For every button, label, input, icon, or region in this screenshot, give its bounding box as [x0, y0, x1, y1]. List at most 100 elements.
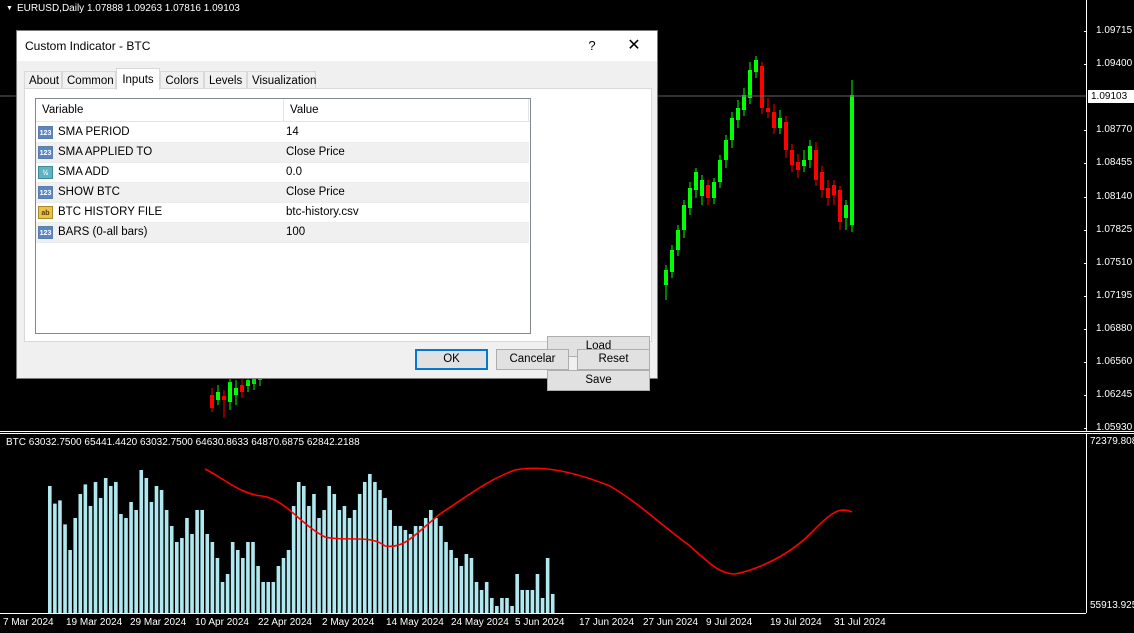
reset-button[interactable]: Reset: [577, 349, 650, 370]
price-axis[interactable]: 1.09715 1.09400 1.08770 1.08455 1.08140 1.078…: [1084, 0, 1134, 433]
btc-bar: [393, 526, 398, 613]
btc-bar: [68, 550, 72, 613]
btc-bar: [169, 526, 174, 613]
input-value[interactable]: Close Price: [286, 143, 345, 162]
input-value[interactable]: Close Price: [286, 183, 345, 202]
indicator-chart[interactable]: [0, 434, 1086, 613]
btc-bar: [505, 598, 509, 613]
btc-bar: [449, 550, 453, 613]
candlestick: [820, 166, 824, 198]
integer-icon: 123: [38, 126, 53, 139]
btc-bar: [241, 558, 245, 613]
candlestick: [826, 180, 830, 206]
btc-bar: [210, 542, 215, 613]
btc-bar: [474, 582, 479, 613]
price-label: 1.06245: [1096, 389, 1133, 401]
indicator-axis[interactable]: 72379.808 55913.925: [1086, 434, 1134, 613]
btc-bar: [500, 598, 504, 613]
candlestick: [222, 390, 226, 418]
btc-bar: [256, 566, 260, 613]
btc-bar: [337, 510, 342, 613]
dialog-titlebar[interactable]: Custom Indicator - BTC ? ✕: [17, 31, 657, 61]
btc-bar: [63, 524, 67, 613]
column-header-variable[interactable]: Variable: [36, 99, 284, 121]
btc-bar: [134, 510, 138, 613]
btc-bar: [281, 558, 286, 613]
time-label: 19 Mar 2024: [66, 617, 123, 628]
candlestick: [664, 265, 668, 300]
close-icon[interactable]: ✕: [619, 35, 649, 57]
btc-bar: [266, 582, 271, 613]
candlestick: [228, 375, 232, 410]
tab-common[interactable]: Common: [62, 71, 116, 89]
price-tick: [1084, 64, 1087, 66]
time-label: 29 Mar 2024: [130, 617, 187, 628]
tab-colors[interactable]: Colors: [160, 71, 204, 89]
tab-inputs[interactable]: Inputs: [116, 68, 160, 90]
cancel-button[interactable]: Cancelar: [496, 349, 569, 370]
price-label: 1.08770: [1096, 124, 1133, 136]
integer-icon: 123: [38, 186, 53, 199]
price-tick: [1084, 130, 1087, 132]
input-value[interactable]: 14: [286, 123, 299, 142]
column-header-value[interactable]: Value: [284, 99, 529, 121]
input-variable: SMA APPLIED TO: [58, 146, 153, 158]
input-row[interactable]: 123 BARS (0-all bars) 100: [36, 223, 529, 243]
input-row[interactable]: 123 SMA APPLIED TO Close Price: [36, 143, 529, 163]
btc-bar: [200, 510, 204, 613]
candlestick: [724, 135, 728, 168]
btc-bar: [108, 486, 113, 613]
input-row[interactable]: ab BTC HISTORY FILE btc-history.csv: [36, 203, 529, 223]
btc-bar: [139, 470, 144, 613]
input-row[interactable]: 123 SHOW BTC Close Price: [36, 183, 529, 203]
save-button[interactable]: Save: [547, 370, 650, 391]
btc-bar: [307, 506, 311, 613]
time-label: 22 Apr 2024: [258, 617, 312, 628]
candlestick: [772, 104, 776, 134]
help-button[interactable]: ?: [581, 35, 603, 57]
time-label: 10 Apr 2024: [195, 617, 249, 628]
candlestick: [850, 80, 854, 232]
btc-bar: [398, 526, 403, 613]
price-label: 1.09715: [1096, 25, 1133, 36]
btc-bar: [48, 486, 52, 613]
candlestick: [700, 175, 704, 205]
ok-button[interactable]: OK: [415, 349, 488, 370]
candlestick: [766, 98, 770, 118]
input-value[interactable]: 0.0: [286, 163, 302, 182]
input-row[interactable]: 123 SMA PERIOD 14: [36, 123, 529, 143]
input-row[interactable]: ½ SMA ADD 0.0: [36, 163, 529, 183]
time-axis[interactable]: 7 Mar 2024 19 Mar 2024 29 Mar 2024 10 Apr 2…: [0, 613, 1086, 633]
btc-bar: [454, 558, 458, 613]
price-label: 1.07510: [1096, 256, 1133, 268]
btc-bar: [550, 594, 555, 613]
tab-about[interactable]: About: [24, 71, 62, 89]
candlestick: [802, 150, 806, 172]
tab-levels[interactable]: Levels: [204, 71, 247, 89]
indicator-axis-label: 55913.925: [1090, 600, 1134, 611]
candlestick: [796, 154, 800, 178]
input-value[interactable]: btc-history.csv: [286, 203, 359, 222]
input-value[interactable]: 100: [286, 223, 305, 242]
input-variable: SMA PERIOD: [58, 126, 130, 138]
btc-bar: [286, 550, 291, 613]
btc-bar: [235, 550, 240, 613]
price-tick: [1084, 328, 1087, 330]
tab-visualization[interactable]: Visualization: [247, 71, 316, 89]
btc-bar: [373, 482, 377, 613]
btc-bar: [342, 506, 347, 613]
btc-bar: [434, 518, 438, 613]
candlestick: [760, 62, 764, 114]
inputs-grid: Variable Value 123 SMA PERIOD 14 123 SMA…: [35, 98, 531, 334]
btc-bar: [484, 582, 489, 613]
btc-bar: [88, 506, 93, 613]
btc-bar: [495, 606, 499, 613]
candlestick: [736, 100, 740, 128]
price-tick: [1084, 428, 1087, 430]
btc-bar: [98, 498, 103, 613]
btc-bar: [251, 542, 255, 613]
btc-bar: [479, 590, 484, 613]
btc-bar: [93, 482, 98, 613]
btc-bar: [368, 474, 372, 613]
price-label: 1.08455: [1096, 157, 1133, 169]
